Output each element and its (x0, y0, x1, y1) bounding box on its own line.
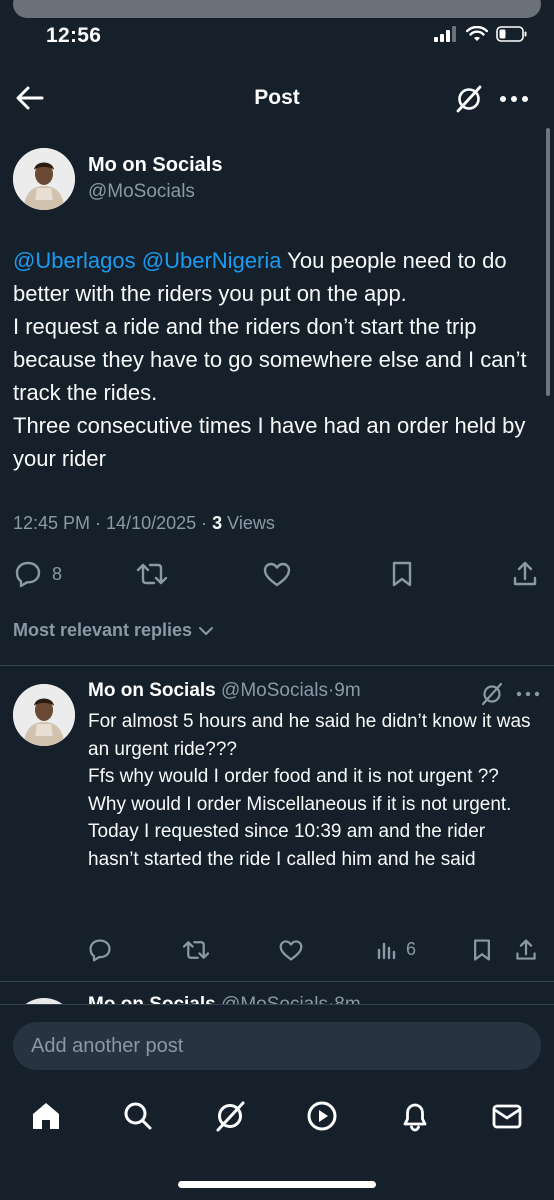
mention-link[interactable]: @UberNigeria (142, 248, 282, 273)
profile-photo (13, 684, 75, 746)
more-options-button[interactable] (498, 90, 530, 108)
reply-views-button[interactable]: 6 (376, 938, 416, 960)
share-icon (513, 561, 537, 586)
replies-sort-label: Most relevant replies (13, 620, 193, 640)
divider (0, 1004, 554, 1005)
wifi-icon (466, 26, 488, 41)
compose-input[interactable]: Add another post (13, 1022, 541, 1070)
post-timestamp: 12:45 PM · 14/10/2025 · (13, 513, 213, 533)
mention-link[interactable]: @Uberlagos (13, 248, 136, 273)
views-count[interactable]: 3 (212, 513, 222, 533)
reply-grok-button[interactable] (480, 682, 504, 706)
grok-icon (481, 682, 503, 706)
divider (0, 665, 554, 666)
status-time: 12:56 (46, 24, 102, 47)
grok-icon (456, 85, 482, 113)
divider (0, 981, 554, 982)
nav-grok[interactable] (210, 1094, 250, 1138)
post-body: @Uberlagos @UberNigeria You people need … (13, 244, 543, 475)
author-handle[interactable]: @MoSocials (88, 181, 195, 203)
home-icon (33, 1103, 59, 1129)
bookmark-icon (474, 939, 490, 961)
reply-header: Mo on Socials @MoSocials·9m (88, 680, 361, 702)
nav-messages[interactable] (487, 1094, 527, 1138)
nav-video[interactable] (302, 1094, 342, 1138)
post-meta: 12:45 PM · 14/10/2025 · 3 Views (13, 513, 275, 534)
dynamic-island (13, 0, 541, 18)
nav-search[interactable] (118, 1094, 158, 1138)
bookmark-button[interactable] (390, 560, 414, 588)
repost-icon (182, 941, 210, 959)
home-indicator (178, 1181, 376, 1188)
reply-author-handle[interactable]: @MoSocials (221, 680, 328, 701)
reply-icon (15, 561, 41, 588)
reply-line: For almost 5 hours and he said he didn’t… (88, 711, 531, 760)
reply-like-button[interactable] (278, 938, 304, 962)
post-line-1: @Uberlagos @UberNigeria You people need … (13, 244, 543, 310)
reply-icon (89, 939, 111, 962)
reply-reply-button[interactable] (88, 938, 112, 962)
chevron-down-icon (199, 626, 214, 635)
profile-photo (13, 148, 75, 210)
more-icon (500, 96, 528, 102)
bottom-nav (0, 1094, 554, 1140)
like-icon (279, 940, 303, 961)
status-icons (434, 26, 528, 42)
scrollbar-thumb[interactable] (546, 128, 550, 396)
more-icon (516, 691, 540, 697)
views-icon (377, 942, 396, 960)
reply-button[interactable]: 8 (14, 560, 62, 588)
reply-avatar[interactable] (13, 684, 75, 746)
signal-icon (434, 26, 456, 42)
bookmark-icon (392, 561, 412, 587)
share-button[interactable] (511, 560, 539, 588)
bell-icon (403, 1103, 427, 1132)
reply-time: ·9m (327, 680, 361, 701)
play-icon (307, 1101, 337, 1131)
post-action-bar: 8 (0, 556, 554, 592)
post-line-2: I request a ride and the riders don’t st… (13, 314, 527, 405)
post-line-3: Three consecutive times I have had an or… (13, 413, 526, 471)
reply-bookmark-button[interactable] (471, 938, 493, 962)
author-name[interactable]: Mo on Socials (88, 154, 222, 177)
repost-icon (136, 563, 168, 585)
reply-more-button[interactable] (515, 688, 541, 700)
reply-share-button[interactable] (514, 938, 538, 962)
like-button[interactable] (262, 560, 292, 588)
like-icon (263, 562, 291, 587)
grok-icon (216, 1101, 245, 1132)
reply-action-bar: 6 (0, 934, 554, 968)
share-icon (516, 939, 536, 960)
reply-views-count: 6 (406, 938, 417, 959)
reply-author-name[interactable]: Mo on Socials (88, 680, 216, 701)
reply-line: Today I requested since 10:39 am and the… (88, 821, 486, 870)
search-icon (124, 1102, 152, 1130)
nav-notifications[interactable] (395, 1094, 435, 1138)
avatar[interactable] (13, 148, 75, 210)
reply-count: 8 (52, 563, 63, 584)
mail-icon (492, 1104, 522, 1129)
reply-line: Why would I order Miscellaneous if it is… (88, 793, 512, 815)
nav-home[interactable] (26, 1094, 66, 1138)
battery-icon (496, 26, 527, 42)
views-label[interactable]: Views (222, 513, 275, 533)
repost-button[interactable] (136, 560, 168, 588)
reply-line: Ffs why would I order food and it is not… (88, 766, 499, 787)
reply-repost-button[interactable] (182, 938, 210, 962)
reply-body: For almost 5 hours and he said he didn’t… (88, 708, 540, 873)
grok-button[interactable] (454, 84, 484, 114)
replies-sort-dropdown[interactable]: Most relevant replies (13, 620, 214, 641)
